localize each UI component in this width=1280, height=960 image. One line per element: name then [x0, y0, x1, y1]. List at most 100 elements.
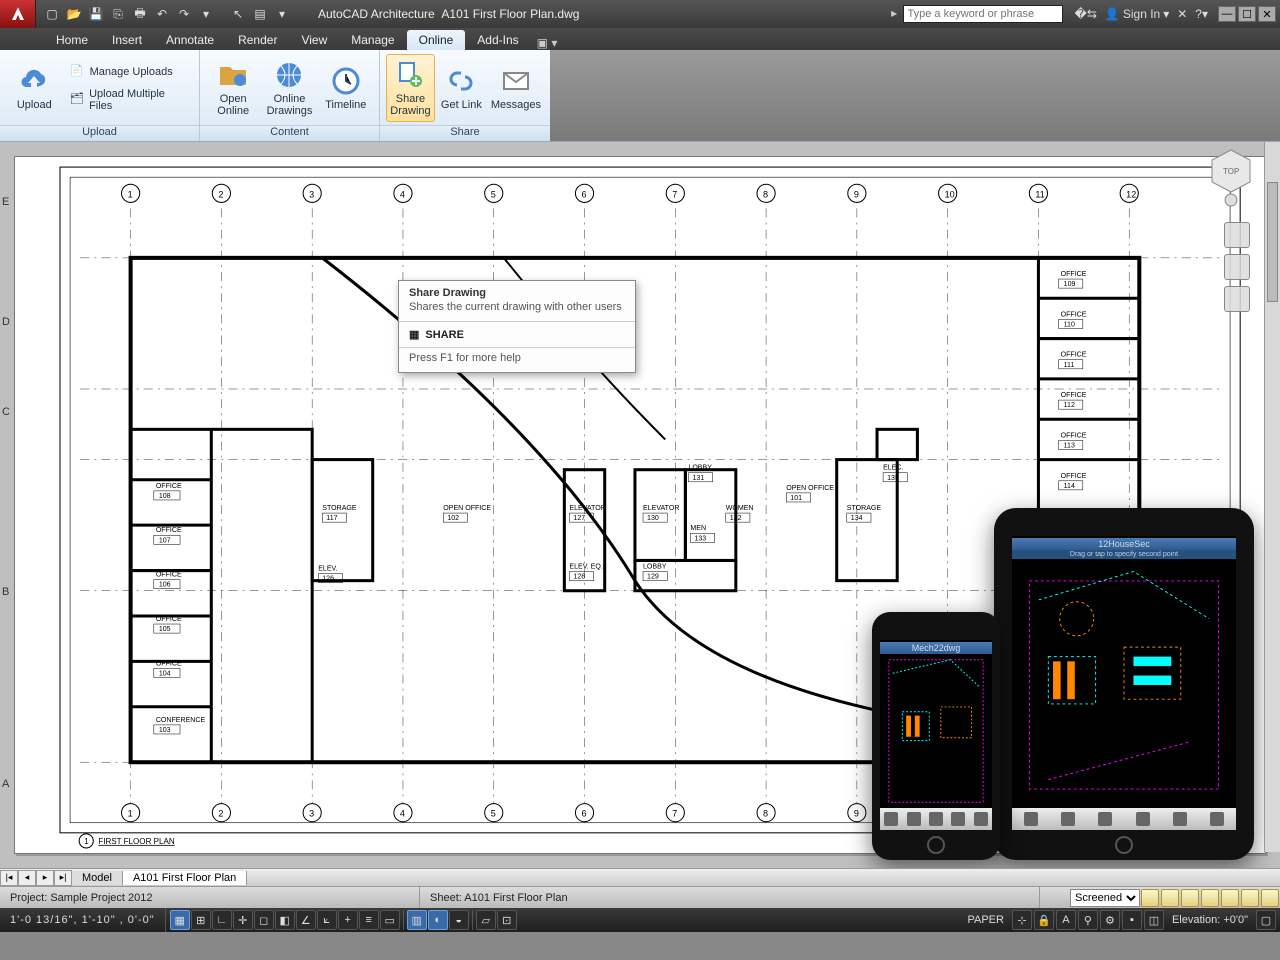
grid-icon[interactable]: ⊹	[1012, 910, 1032, 930]
svg-text:OFFICE: OFFICE	[156, 616, 182, 623]
tab-insert[interactable]: Insert	[100, 30, 154, 50]
model-toggle[interactable]: ▱	[476, 910, 496, 930]
status-icon[interactable]	[1141, 889, 1159, 907]
osnap-toggle[interactable]: ◻	[254, 910, 274, 930]
tab-manage[interactable]: Manage	[339, 30, 406, 50]
iso-icon[interactable]: ◫	[1144, 910, 1164, 930]
help-icon[interactable]: ?▾	[1195, 7, 1208, 21]
undo-icon[interactable]: ↶	[152, 4, 172, 24]
viewcube[interactable]: TOP	[1208, 148, 1254, 208]
svg-text:3: 3	[309, 189, 314, 199]
tab-prev-icon[interactable]: ◂	[18, 870, 36, 886]
space-label[interactable]: PAPER	[961, 914, 1009, 926]
messages-button[interactable]: Messages	[488, 60, 544, 116]
cursor-icon[interactable]: ↖	[228, 4, 248, 24]
saveas-icon[interactable]: ⎘	[108, 4, 128, 24]
lock-icon[interactable]: 🔒	[1034, 910, 1054, 930]
timeline-button[interactable]: Timeline	[319, 60, 373, 116]
ducs-toggle[interactable]: ⟀	[317, 910, 337, 930]
open-online-button[interactable]: Open Online	[206, 54, 260, 122]
lwt-toggle[interactable]: ≡	[359, 910, 379, 930]
zoom-icon[interactable]	[1224, 254, 1250, 280]
status-icon[interactable]	[1241, 889, 1259, 907]
tab-first-icon[interactable]: |◂	[0, 870, 18, 886]
orbit-icon[interactable]	[1224, 286, 1250, 312]
minimize-button[interactable]: —	[1218, 6, 1236, 22]
tab-render[interactable]: Render	[226, 30, 289, 50]
online-drawings-button[interactable]: Online Drawings	[262, 54, 316, 122]
tab-online[interactable]: Online	[407, 30, 466, 50]
app-menu-button[interactable]	[0, 0, 36, 28]
exchange-app-icon[interactable]: ✕	[1177, 7, 1187, 21]
status-icon[interactable]	[1161, 889, 1179, 907]
qat-dropdown2-icon[interactable]: ▾	[272, 4, 292, 24]
grid-toggle[interactable]: ⊞	[191, 910, 211, 930]
redo-icon[interactable]: ↷	[174, 4, 194, 24]
tpy-toggle[interactable]: ▭	[380, 910, 400, 930]
status-icon[interactable]	[1201, 889, 1219, 907]
navigation-bar[interactable]	[1224, 222, 1252, 312]
svg-text:OFFICE: OFFICE	[1061, 311, 1087, 318]
polar-toggle[interactable]: ✛	[233, 910, 253, 930]
upload-button[interactable]: Upload	[6, 60, 63, 116]
annovis-icon[interactable]: ⚲	[1078, 910, 1098, 930]
tab-view[interactable]: View	[289, 30, 339, 50]
save-icon[interactable]: 💾	[86, 4, 106, 24]
drawing-area[interactable]: 1 12 23 34 45 56 67 78 89 910 1011 1112 …	[0, 142, 1280, 868]
vertical-scrollbar[interactable]	[1264, 142, 1280, 852]
tab-annotate[interactable]: Annotate	[154, 30, 226, 50]
otrack-toggle[interactable]: ∠	[296, 910, 316, 930]
close-button[interactable]: ✕	[1258, 6, 1276, 22]
print-icon[interactable]: 🖶	[130, 4, 150, 24]
hw-icon[interactable]: ▪	[1122, 910, 1142, 930]
ws-icon[interactable]: ⚙	[1100, 910, 1120, 930]
sign-in-button[interactable]: 👤 Sign In ▾	[1105, 7, 1169, 21]
get-link-button[interactable]: Get Link	[437, 60, 486, 116]
svg-text:TOP: TOP	[1223, 167, 1239, 176]
clean-icon[interactable]: ▢	[1256, 910, 1276, 930]
layer-icon[interactable]: ▤	[250, 4, 270, 24]
layout-toggle[interactable]: ⊡	[497, 910, 517, 930]
maximize-button[interactable]: ☐	[1238, 6, 1256, 22]
tab-last-icon[interactable]: ▸|	[54, 870, 72, 886]
svg-text:2: 2	[218, 189, 223, 199]
tab-next-icon[interactable]: ▸	[36, 870, 54, 886]
sc-toggle[interactable]: ◐	[428, 910, 448, 930]
manage-uploads-button[interactable]: 📄 Manage Uploads	[65, 61, 193, 83]
svg-text:10: 10	[945, 189, 955, 199]
status-icon[interactable]	[1221, 889, 1239, 907]
am-toggle[interactable]: ◒	[449, 910, 469, 930]
search-input[interactable]	[903, 5, 1063, 23]
ortho-toggle[interactable]: ∟	[212, 910, 232, 930]
upload-multiple-button[interactable]: 🗂 Upload Multiple Files	[65, 85, 193, 115]
svg-text:111: 111	[1064, 362, 1075, 369]
new-icon[interactable]: ▢	[42, 4, 62, 24]
status-icon[interactable]	[1261, 889, 1279, 907]
help-search[interactable]: ▸	[891, 5, 1062, 23]
svg-text:2: 2	[218, 809, 223, 819]
status-icon[interactable]	[1181, 889, 1199, 907]
visual-style-select[interactable]: Screened	[1070, 889, 1140, 907]
3dosnap-toggle[interactable]: ◧	[275, 910, 295, 930]
tab-home[interactable]: Home	[44, 30, 100, 50]
layout-tab-model[interactable]: Model	[72, 871, 123, 885]
svg-text:129: 129	[647, 574, 659, 581]
qat-dropdown-icon[interactable]: ▾	[196, 4, 216, 24]
open-icon[interactable]: 📂	[64, 4, 84, 24]
svg-text:ELEC.: ELEC.	[883, 465, 903, 472]
dyn-toggle[interactable]: +	[338, 910, 358, 930]
tooltip-desc: Shares the current drawing with other us…	[399, 301, 635, 321]
qp-toggle[interactable]: ▥	[407, 910, 427, 930]
snap-toggle[interactable]: ▦	[170, 910, 190, 930]
svg-text:CONFERENCE: CONFERENCE	[156, 717, 206, 724]
exchange-icon[interactable]: �⇆	[1075, 7, 1097, 21]
tab-addins[interactable]: Add-Ins	[465, 30, 530, 50]
annoscale-icon[interactable]: A	[1056, 910, 1076, 930]
share-drawing-button[interactable]: Share Drawing	[386, 54, 435, 122]
tab-focus-icon[interactable]: ▣ ▾	[537, 36, 558, 50]
layout-tab-a101[interactable]: A101 First Floor Plan	[123, 871, 247, 885]
svg-text:9: 9	[854, 809, 859, 819]
pan-icon[interactable]	[1224, 222, 1250, 248]
ipad-hint: Drag or tap to specify second point	[1012, 550, 1236, 559]
clock-icon	[330, 65, 362, 97]
